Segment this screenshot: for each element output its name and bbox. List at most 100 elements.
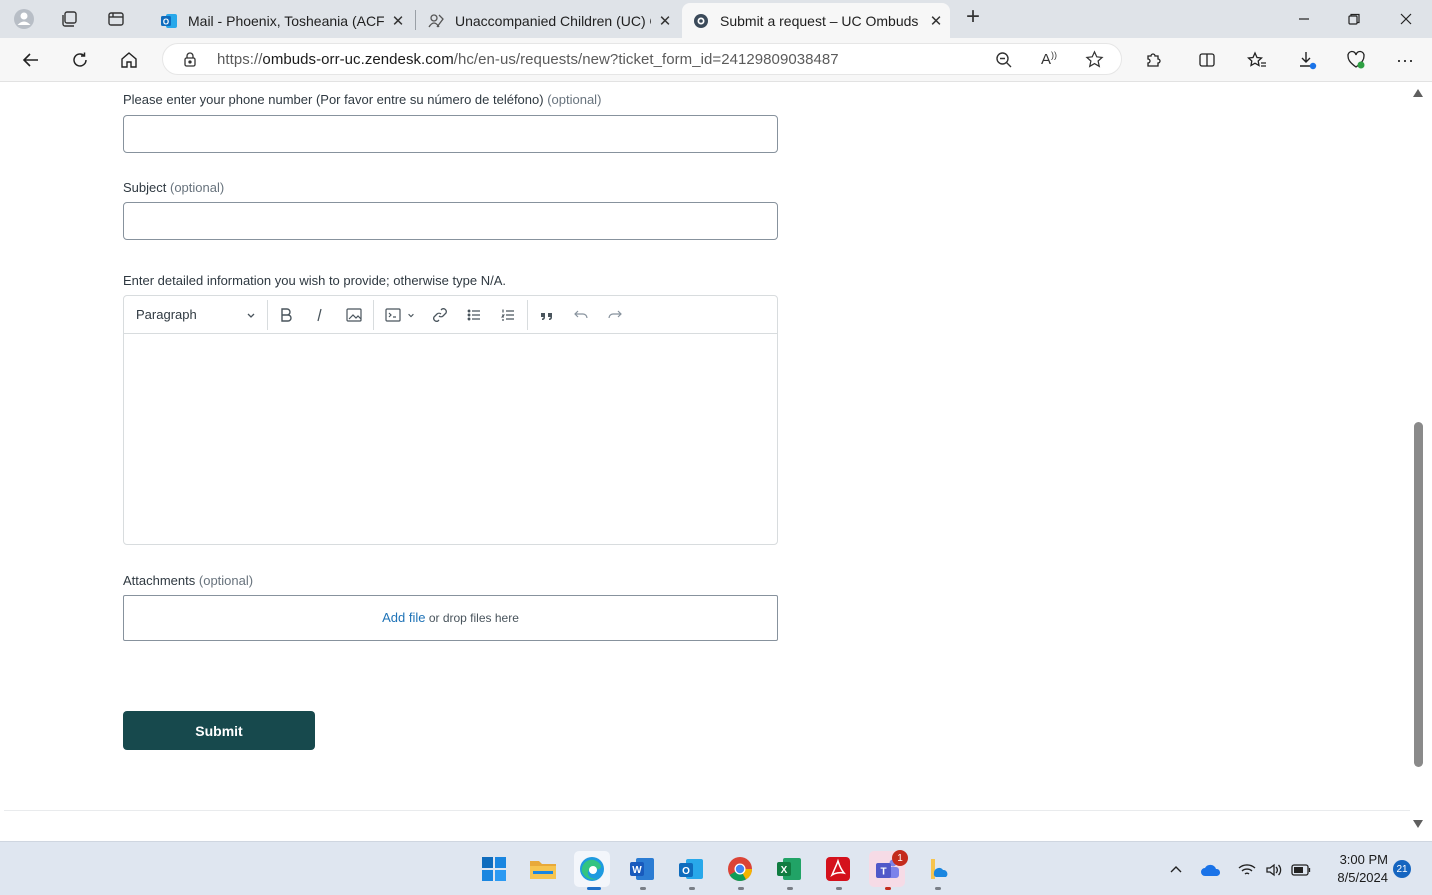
- numbered-list-icon[interactable]: [497, 305, 519, 325]
- tab-uc[interactable]: Unaccompanied Children (UC) Of ✕: [417, 3, 679, 38]
- acrobat-icon[interactable]: [820, 851, 856, 887]
- favorites-icon[interactable]: [1241, 45, 1273, 75]
- attention-indicator: [885, 887, 891, 890]
- italic-icon[interactable]: [309, 305, 331, 325]
- profile-icon[interactable]: [13, 8, 35, 30]
- tab-title: Mail - Phoenix, Tosheania (ACF) (: [188, 12, 384, 29]
- bullet-list-icon[interactable]: [463, 305, 485, 325]
- start-icon[interactable]: [476, 851, 512, 887]
- svg-text:O: O: [682, 866, 690, 877]
- editor-body[interactable]: [124, 334, 777, 545]
- back-icon[interactable]: [15, 45, 47, 75]
- close-window-icon[interactable]: [1381, 0, 1431, 38]
- zoom-out-icon[interactable]: [995, 51, 1013, 74]
- system-clock[interactable]: 3:00 PM 8/5/2024: [1318, 851, 1388, 887]
- code-block-icon[interactable]: [382, 305, 404, 325]
- taskbar: W O X T 1 3:00 PM 8/5/2024 21: [0, 841, 1432, 895]
- chevron-down-icon[interactable]: [404, 305, 418, 325]
- word-icon[interactable]: W: [624, 851, 660, 887]
- format-dropdown[interactable]: Paragraph: [136, 307, 197, 322]
- editor-toolbar: Paragraph: [124, 296, 777, 334]
- outlook-taskbar-icon[interactable]: O: [673, 851, 709, 887]
- refresh-icon[interactable]: [64, 45, 96, 75]
- split-screen-icon[interactable]: [1191, 45, 1223, 75]
- image-icon[interactable]: [343, 305, 365, 325]
- format-label: Paragraph: [136, 307, 197, 322]
- tab-divider: [415, 10, 416, 30]
- show-hidden-icons-chevron-up-icon[interactable]: [1164, 858, 1188, 882]
- new-tab-icon[interactable]: +: [962, 3, 984, 30]
- running-indicator: [640, 887, 646, 890]
- toolbar-divider: [373, 300, 374, 330]
- close-icon[interactable]: ✕: [922, 12, 950, 30]
- tab-submit-request[interactable]: Submit a request – UC Ombuds ( ✕: [682, 3, 950, 38]
- close-icon[interactable]: ✕: [651, 12, 679, 30]
- scroll-thumb[interactable]: [1414, 422, 1423, 767]
- phone-input[interactable]: [123, 115, 778, 153]
- tab-title: Unaccompanied Children (UC) Of: [455, 12, 651, 29]
- chevron-down-icon[interactable]: [240, 305, 262, 325]
- svg-text:O: O: [163, 17, 169, 26]
- downloads-icon[interactable]: [1291, 45, 1323, 75]
- restore-icon[interactable]: [1329, 0, 1379, 38]
- url-text[interactable]: https://ombuds-orr-uc.zendesk.com/hc/en-…: [217, 51, 839, 68]
- tab-mail[interactable]: O Mail - Phoenix, Tosheania (ACF) ( ✕: [150, 3, 412, 38]
- toolbar-divider: [527, 300, 528, 330]
- drop-files-text: or drop files here: [428, 611, 519, 625]
- outlook-icon: O: [160, 12, 178, 30]
- phone-label-text: Please enter your phone number (Por favo…: [123, 92, 544, 107]
- running-indicator: [738, 887, 744, 890]
- running-indicator: [689, 887, 695, 890]
- home-icon[interactable]: [113, 45, 145, 75]
- undo-icon[interactable]: [570, 305, 592, 325]
- optional-tag: (optional): [198, 573, 254, 588]
- onedrive-cloud-icon[interactable]: [1199, 858, 1223, 882]
- weather-app-icon[interactable]: [918, 851, 954, 887]
- link-icon[interactable]: [429, 305, 451, 325]
- browser-essentials-icon[interactable]: [1340, 45, 1372, 75]
- volume-icon[interactable]: [1262, 858, 1286, 882]
- minimize-icon[interactable]: [1279, 0, 1329, 38]
- tab-actions-icon[interactable]: [105, 8, 127, 30]
- attachments-label: Attachments (optional): [123, 573, 253, 588]
- phone-label: Please enter your phone number (Por favo…: [123, 92, 601, 107]
- attachments-label-text: Attachments: [123, 573, 196, 588]
- bold-icon[interactable]: [275, 305, 297, 325]
- submit-button[interactable]: Submit: [123, 711, 315, 750]
- edge-icon[interactable]: [574, 851, 610, 887]
- close-icon[interactable]: ✕: [384, 12, 412, 30]
- url-prefix: https://: [217, 51, 263, 68]
- svg-text:W: W: [632, 865, 642, 876]
- teams-badge: 1: [892, 850, 908, 866]
- scroll-up-icon[interactable]: [1413, 89, 1423, 97]
- workspaces-icon[interactable]: [58, 8, 80, 30]
- more-options-icon[interactable]: ···: [1389, 45, 1421, 75]
- tab-title: Submit a request – UC Ombuds (: [720, 12, 922, 29]
- file-explorer-icon[interactable]: [525, 851, 561, 887]
- notification-badge[interactable]: 21: [1393, 860, 1411, 878]
- wifi-icon[interactable]: [1235, 858, 1259, 882]
- active-indicator: [587, 887, 601, 890]
- running-indicator: [836, 887, 842, 890]
- favorite-star-icon[interactable]: [1085, 50, 1104, 74]
- quote-icon[interactable]: [536, 305, 558, 325]
- subject-input[interactable]: [123, 202, 778, 240]
- rich-text-editor: Paragraph: [123, 295, 778, 545]
- clock-time: 3:00 PM: [1339, 852, 1388, 867]
- read-aloud-icon[interactable]: A)): [1041, 50, 1057, 68]
- chrome-icon[interactable]: [722, 851, 758, 887]
- people-icon: [427, 12, 445, 30]
- add-file-link[interactable]: Add file: [382, 610, 425, 625]
- redo-icon[interactable]: [604, 305, 626, 325]
- excel-icon[interactable]: X: [771, 851, 807, 887]
- battery-icon[interactable]: [1289, 858, 1313, 882]
- address-bar[interactable]: https://ombuds-orr-uc.zendesk.com/hc/en-…: [162, 43, 1122, 75]
- lock-icon[interactable]: [183, 51, 197, 72]
- scroll-down-icon[interactable]: [1413, 820, 1423, 828]
- extensions-icon[interactable]: [1138, 45, 1170, 75]
- browser-tab-bar: O Mail - Phoenix, Tosheania (ACF) ( ✕ Un…: [0, 0, 1432, 38]
- subject-label: Subject (optional): [123, 180, 224, 195]
- zendesk-icon: [692, 12, 710, 30]
- attachments-dropzone[interactable]: Add file or drop files here: [123, 595, 778, 641]
- url-domain: ombuds-orr-uc.zendesk.com: [262, 51, 454, 68]
